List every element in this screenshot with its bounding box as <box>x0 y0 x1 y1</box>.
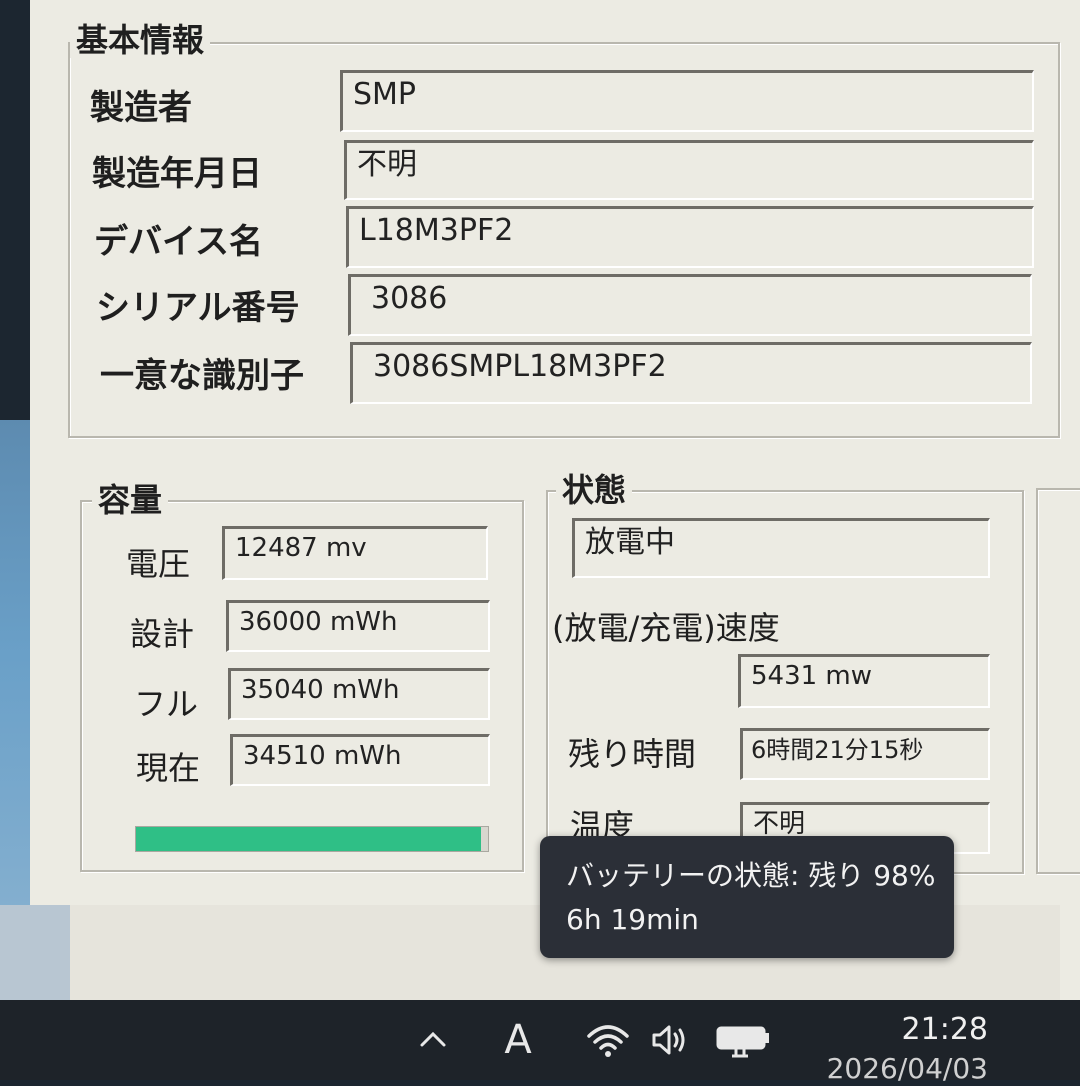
field-device-name: L18M3PF2 <box>346 206 1034 268</box>
label-voltage: 電圧 <box>126 545 191 583</box>
ime-label: A <box>504 1017 532 1063</box>
desktop-background-bottom <box>0 905 70 1005</box>
label-device-name: デバイス名 <box>94 222 263 262</box>
value-unique-id: 3086SMPL18M3PF2 <box>373 349 667 384</box>
field-unique-id: 3086SMPL18M3PF2 <box>350 342 1032 404</box>
value-state: 放電中 <box>585 525 675 560</box>
label-manufacture-date: 製造年月日 <box>92 154 262 194</box>
ime-indicator[interactable]: A <box>490 1010 546 1070</box>
label-manufacturer: 製造者 <box>90 88 192 128</box>
tooltip-battery-status: バッテリーの状態: 残り 98% <box>566 859 936 892</box>
label-remaining-time: 残り時間 <box>568 735 697 773</box>
show-hidden-icons-button[interactable] <box>408 1010 458 1070</box>
field-rate: 5431 mw <box>738 654 990 708</box>
field-manufacturer: SMP <box>340 70 1034 132</box>
basic-info-title: 基本情報 <box>70 22 211 58</box>
field-state: 放電中 <box>572 518 990 578</box>
charge-progress-bar <box>135 826 489 852</box>
tooltip-remaining-time: 6h 19min <box>566 903 699 936</box>
taskbar: A 21:28 2026/04/03 <box>0 1000 1080 1085</box>
clock-time[interactable]: 21:28 <box>902 1012 988 1048</box>
volume-button[interactable] <box>644 1010 694 1070</box>
field-current-capacity: 34510 mWh <box>230 734 490 786</box>
capacity-title: 容量 <box>92 482 169 518</box>
label-rate: (放電/充電)速度 <box>552 609 780 647</box>
battery-button[interactable] <box>712 1010 776 1070</box>
value-voltage: 12487 mv <box>235 533 367 563</box>
value-design-capacity: 36000 mWh <box>239 607 398 637</box>
field-design-capacity: 36000 mWh <box>226 600 490 652</box>
field-voltage: 12487 mv <box>222 526 488 580</box>
label-design-capacity: 設計 <box>130 615 195 653</box>
field-manufacture-date: 不明 <box>344 140 1034 200</box>
label-serial-number: シリアル番号 <box>96 288 300 328</box>
battery-plugged-icon <box>716 1026 769 1058</box>
value-rate: 5431 mw <box>751 661 873 691</box>
value-manufacture-date: 不明 <box>357 147 417 182</box>
status-title: 状態 <box>556 472 633 508</box>
label-current-capacity: 現在 <box>136 749 201 787</box>
charge-progress-fill <box>136 827 481 851</box>
field-remaining-time: 6時間21分15秒 <box>740 728 990 780</box>
field-full-capacity: 35040 mWh <box>228 668 490 720</box>
label-unique-id: 一意な識別子 <box>100 356 304 396</box>
value-manufacturer: SMP <box>353 77 417 112</box>
clock-date[interactable]: 2026/04/03 <box>827 1052 988 1086</box>
value-full-capacity: 35040 mWh <box>241 675 400 705</box>
value-device-name: L18M3PF2 <box>359 213 514 248</box>
value-current-capacity: 34510 mWh <box>243 741 402 771</box>
wifi-button[interactable] <box>580 1010 636 1070</box>
wifi-icon <box>587 1025 629 1057</box>
value-serial-number: 3086 <box>371 281 448 316</box>
extra-group-edge <box>1036 488 1080 874</box>
label-full-capacity: フル <box>134 685 199 723</box>
speaker-icon <box>652 1025 685 1055</box>
battery-tooltip: バッテリーの状態: 残り 98% 6h 19min <box>540 836 954 958</box>
field-serial-number: 3086 <box>348 274 1032 336</box>
value-remaining-time: 6時間21分15秒 <box>751 736 924 764</box>
chevron-up-icon <box>420 1031 446 1047</box>
